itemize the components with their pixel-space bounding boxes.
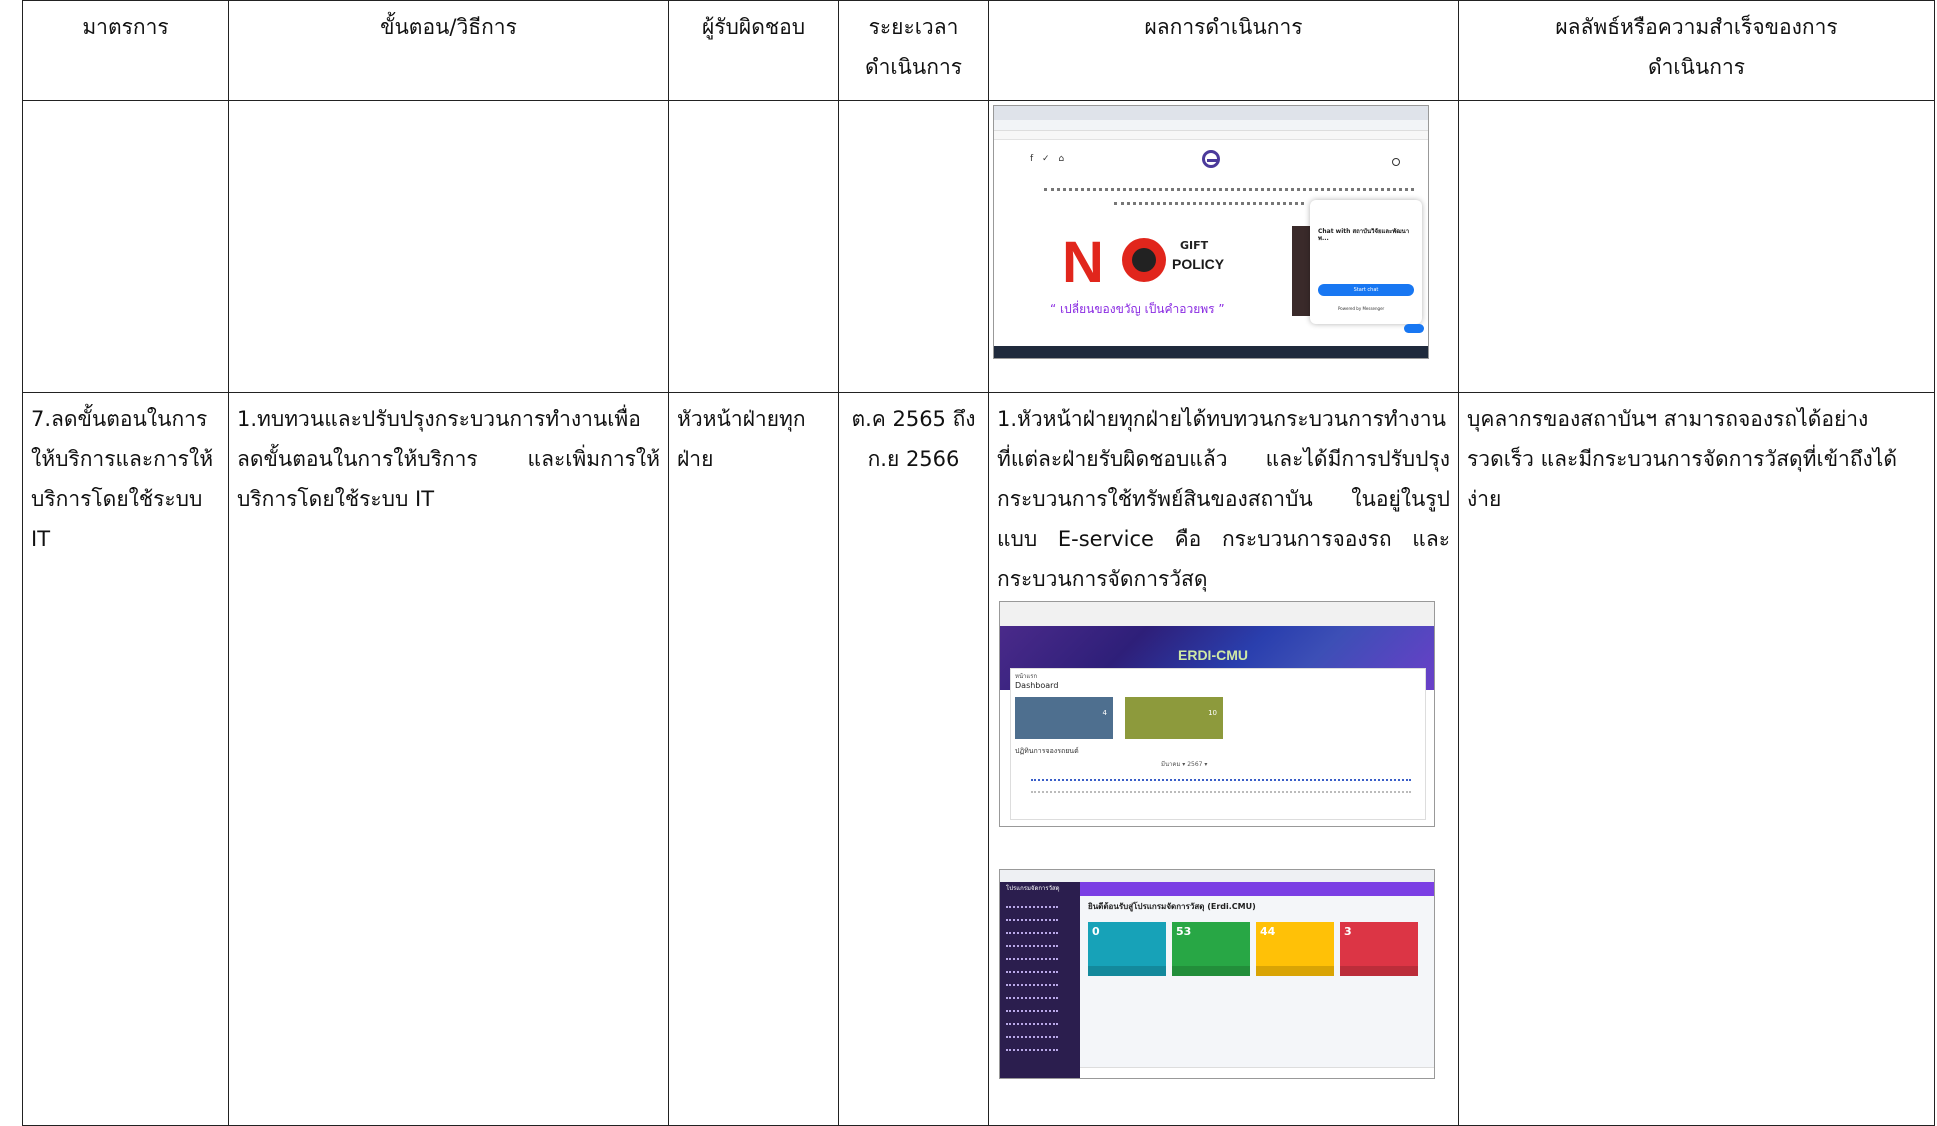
stat-card-bookings-value: 4 (1102, 709, 1107, 717)
stat-box-4: 3 (1340, 922, 1418, 976)
measures-table: มาตรการ ขั้นตอน/วิธีการ ผู้รับผิดชอบ ระย… (22, 0, 1935, 1126)
erdi-logo (1202, 150, 1220, 168)
sidebar-menu-items (1006, 906, 1076, 1062)
stat-box-4-value: 3 (1344, 925, 1352, 938)
calendar-weekday-row (1031, 779, 1411, 781)
no-sign-icon (1122, 238, 1166, 282)
row2-responsible: หัวหน้าฝ่ายทุกฝ่าย (668, 392, 839, 1126)
header-outcome: ผลลัพธ์หรือความสำเร็จของการ ดำเนินการ (1458, 0, 1935, 101)
row1-steps (228, 100, 669, 393)
row2-results: 1.หัวหน้าฝ่ายทุกฝ่ายได้ทบทวนกระบวนการทำง… (988, 392, 1459, 1126)
powered-by-messenger: Powered by Messenger (1338, 306, 1385, 311)
dashboard-title: Dashboard (1015, 681, 1059, 690)
header-outcome-line2: ดำเนินการ (1647, 55, 1746, 79)
admin-topbar (1080, 882, 1434, 896)
stat-box-2-value: 53 (1176, 925, 1192, 938)
stat-card-bookings: 4 (1015, 697, 1113, 739)
start-chat-button: Start chat (1318, 284, 1414, 296)
row2-results-text: 1.หัวหน้าฝ่ายทุกฝ่ายได้ทบทวนกระบวนการทำง… (997, 407, 1450, 591)
browser-bookmarks-bar (994, 131, 1428, 140)
search-icon (1392, 158, 1400, 166)
admin-brand: โปรแกรมจัดการวัสดุ (1006, 885, 1060, 892)
header-measure: มาตรการ (22, 0, 229, 101)
row1-period (838, 100, 989, 393)
social-icons: f ✓ ⌂ (1030, 154, 1068, 164)
header-row: มาตรการ ขั้นตอน/วิธีการ ผู้รับผิดชอบ ระย… (22, 0, 1935, 101)
stat-box-2: 53 (1172, 922, 1250, 976)
calendar-title: ปฏิทินการจองรถยนต์ (1015, 747, 1079, 755)
row2-outcome: บุคลากรของสถาบันฯ สามารถจองรถได้อย่างรวด… (1458, 392, 1935, 1126)
browser-tabbar (994, 106, 1428, 120)
screenshot-car-booking-dashboard: ERDI-CMU หน้าแรก Dashboard 4 10 ปฏิทินกา… (999, 601, 1435, 827)
stat-box-3-value: 44 (1260, 925, 1276, 938)
row1-outcome (1458, 100, 1935, 393)
table-row: 7.ลดขั้นตอนในการให้บริการและการให้บริการ… (22, 392, 1935, 1126)
stat-box-1-value: 0 (1092, 925, 1100, 938)
site-nav-submenu (1114, 202, 1304, 208)
header-period: ระยะเวลา ดำเนินการ (838, 0, 989, 101)
erdi-cmu-brand: ERDI-CMU (1178, 647, 1248, 663)
header-outcome-line1: ผลลัพธ์หรือความสำเร็จของการ (1555, 15, 1838, 39)
header-results: ผลการดำเนินการ (988, 0, 1459, 101)
header-responsible: ผู้รับผิดชอบ (668, 0, 839, 101)
row1-measure (22, 100, 229, 393)
screenshot-materials-admin: โปรแกรมจัดการวัสดุ ยินดีต้อนรับสู่โปรแกร… (999, 869, 1435, 1079)
header-steps: ขั้นตอน/วิธีการ (228, 0, 669, 101)
policy-text: POLICY (1172, 256, 1225, 272)
admin-footer (1080, 1067, 1434, 1078)
header-period-line1: ระยะเวลา (868, 15, 959, 39)
stat-box-1: 0 (1088, 922, 1166, 976)
dashboard-panel: หน้าแรก Dashboard 4 10 ปฏิทินการจองรถยนต… (1010, 668, 1426, 820)
chat-title: Chat with สถาบันวิจัยและพัฒนาพ... (1318, 228, 1410, 242)
gift-text: GIFT (1180, 239, 1209, 252)
welcome-title: ยินดีต้อนรับสู่โปรแกรมจัดการวัสดุ (Erdi.… (1088, 902, 1256, 911)
row1-results: f ✓ ⌂ N GIFT POLICY “ เปลี่ยนของขวัญ เป็… (988, 100, 1459, 393)
messenger-chat-popup: Chat with สถาบันวิจัยและพัฒนาพ... Start … (1310, 200, 1422, 324)
header-period-line2: ดำเนินการ (864, 55, 963, 79)
side-banner (1292, 226, 1312, 316)
site-nav-menu (1044, 188, 1414, 194)
stat-card-vehicles: 10 (1125, 697, 1223, 739)
table-row: f ✓ ⌂ N GIFT POLICY “ เปลี่ยนของขวัญ เป็… (22, 100, 1935, 393)
breadcrumb: หน้าแรก (1015, 673, 1038, 680)
row2-steps: 1.ทบทวนและปรับปรุงกระบวนการทำงานเพื่อลดข… (228, 392, 669, 1126)
stat-card-vehicles-value: 10 (1208, 709, 1217, 717)
row2-measure: 7.ลดขั้นตอนในการให้บริการและการให้บริการ… (22, 392, 229, 1126)
browser-address-bar (994, 120, 1428, 131)
chat-bubble-icon (1404, 324, 1424, 333)
browser-and-site-nav (1000, 602, 1434, 627)
row1-responsible (668, 100, 839, 393)
screenshot-nogift-website: f ✓ ⌂ N GIFT POLICY “ เปลี่ยนของขวัญ เป็… (993, 105, 1429, 359)
no-letter-n: N (1062, 230, 1104, 295)
admin-sidebar: โปรแกรมจัดการวัสดุ (1000, 882, 1080, 1078)
stat-box-3: 44 (1256, 922, 1334, 976)
calendar-month-select: มีนาคม ▾ 2567 ▾ (1161, 761, 1208, 768)
row2-period: ต.ค 2565 ถึง ก.ย 2566 (838, 392, 989, 1126)
slogan-text: “ เปลี่ยนของขวัญ เป็นคำอวยพร ” (1050, 302, 1225, 316)
calendar-date-row (1031, 791, 1411, 793)
windows-taskbar (994, 346, 1428, 358)
